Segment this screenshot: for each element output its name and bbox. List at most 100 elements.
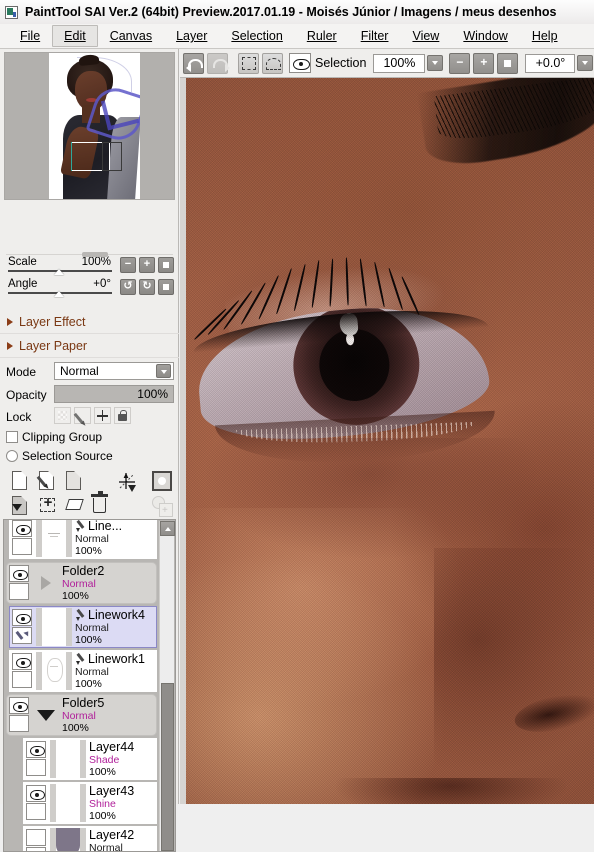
layer-selection-indicator[interactable] xyxy=(26,759,46,776)
folder-toggle[interactable] xyxy=(33,563,59,603)
panel-splitter[interactable] xyxy=(6,252,173,263)
layer-info: Folder5 Normal 100% xyxy=(59,695,156,735)
lock-transparency-button[interactable] xyxy=(54,407,71,424)
angle-slider-knob[interactable] xyxy=(54,291,64,297)
rotation-input[interactable]: +0.0° xyxy=(525,53,576,73)
menu-view[interactable]: View xyxy=(400,25,451,47)
rotate-right-button[interactable]: ↻ xyxy=(139,279,155,295)
zoom-dropdown-icon[interactable] xyxy=(427,55,444,71)
eye-icon[interactable] xyxy=(12,653,32,670)
menu-edit[interactable]: Edit xyxy=(52,25,98,47)
eye-icon[interactable] xyxy=(12,520,32,537)
lock-position-button[interactable] xyxy=(94,407,111,424)
layer-selection-indicator[interactable] xyxy=(12,538,32,555)
navigator-viewport-rect-secondary[interactable] xyxy=(102,142,122,171)
scale-slider-knob[interactable] xyxy=(54,269,64,275)
eye-icon[interactable] xyxy=(12,609,32,626)
chevron-right-icon xyxy=(7,318,13,326)
layer-selection-indicator[interactable] xyxy=(26,847,46,851)
clear-layer-button[interactable] xyxy=(64,495,86,517)
deselect-button[interactable] xyxy=(238,52,259,74)
canvas-artwork[interactable] xyxy=(186,78,594,804)
eye-icon[interactable] xyxy=(26,829,46,846)
layer-row[interactable]: Line... Normal 100% xyxy=(9,520,157,559)
lock-all-button[interactable] xyxy=(114,407,131,424)
angle-reset-button[interactable] xyxy=(158,279,174,295)
new-folder-button[interactable] xyxy=(64,470,86,492)
layer-mask-button[interactable] xyxy=(151,470,173,492)
navigator-preview[interactable] xyxy=(4,52,175,200)
menu-ruler-label: Ruler xyxy=(306,29,337,43)
layer-selection-indicator[interactable] xyxy=(26,803,46,820)
blend-mode-select[interactable]: Normal xyxy=(54,362,174,380)
duplicate-layer-button[interactable]: + xyxy=(151,495,173,517)
undo-button[interactable] xyxy=(183,52,204,74)
menu-canvas[interactable]: Canvas xyxy=(98,25,164,47)
menu-ruler[interactable]: Ruler xyxy=(295,25,349,47)
delete-layer-button[interactable] xyxy=(89,491,111,517)
lock-pixels-button[interactable] xyxy=(73,407,91,424)
opacity-slider[interactable]: 100% xyxy=(54,385,174,403)
layer-row[interactable]: Linework1 Normal 100% xyxy=(9,650,157,692)
rotate-left-button[interactable]: ↺ xyxy=(120,279,136,295)
menu-file[interactable]: File xyxy=(8,25,52,47)
menu-layer[interactable]: Layer xyxy=(164,25,219,47)
clipping-group-checkbox[interactable]: Clipping Group xyxy=(6,430,102,444)
menu-help[interactable]: Help xyxy=(520,25,570,47)
undo-icon xyxy=(186,58,203,72)
lock-label: Lock xyxy=(6,410,32,424)
eye-icon[interactable] xyxy=(9,565,29,582)
eye-icon[interactable] xyxy=(26,785,46,802)
menu-selection-label: Selection xyxy=(231,29,283,43)
down-arrow-icon xyxy=(12,504,22,511)
layer-selection-indicator[interactable] xyxy=(12,671,32,688)
eye-icon[interactable] xyxy=(9,697,29,714)
ruler-tool-button[interactable] xyxy=(116,470,138,492)
layer-effect-section[interactable]: Layer Effect xyxy=(0,311,179,334)
layer-row[interactable]: Layer44 Shade 100% xyxy=(23,738,157,780)
menu-selection[interactable]: Selection xyxy=(219,25,294,47)
checkbox-icon[interactable] xyxy=(6,431,18,443)
mask-icon xyxy=(152,471,172,491)
zoom-out-button[interactable]: − xyxy=(449,52,471,74)
folder-toggle[interactable] xyxy=(33,695,59,735)
opacity-value: 100% xyxy=(137,387,168,401)
layer-row[interactable]: Layer42 Normal 100% xyxy=(23,826,157,851)
layer-list[interactable]: Line... Normal 100% Folder2 Normal 100% … xyxy=(3,519,176,852)
menu-window[interactable]: Window xyxy=(451,25,519,47)
zoom-input[interactable]: 100% xyxy=(373,53,426,73)
canvas-toolbar: Selection 100% − + +0.0° xyxy=(180,49,594,78)
chevron-down-icon-3[interactable] xyxy=(121,480,143,502)
layer-thumbnail xyxy=(50,784,86,822)
new-linework-layer-button[interactable] xyxy=(36,470,59,492)
mode-label: Mode xyxy=(6,365,37,379)
redo-button[interactable] xyxy=(207,52,230,74)
zoom-in-button[interactable]: + xyxy=(473,52,495,74)
new-layer-button[interactable] xyxy=(10,470,32,492)
layer-name-row: Linework1 xyxy=(75,652,156,666)
layer-row[interactable]: Folder2 Normal 100% xyxy=(6,562,157,604)
layer-edit-indicator[interactable] xyxy=(12,627,32,644)
layer-list-scrollbar[interactable] xyxy=(159,521,175,851)
plus-icon-2: + xyxy=(480,54,488,69)
layer-row[interactable]: Folder5 Normal 100% xyxy=(6,694,157,736)
radio-icon[interactable] xyxy=(6,450,18,462)
chevron-down-icon[interactable] xyxy=(156,364,171,378)
scroll-up-button[interactable] xyxy=(160,521,175,536)
layer-thumbnail xyxy=(50,740,86,778)
menu-filter[interactable]: Filter xyxy=(349,25,401,47)
selection-visibility-toggle[interactable] xyxy=(289,53,311,73)
eye-icon[interactable] xyxy=(26,741,46,758)
layer-selection-indicator[interactable] xyxy=(9,583,29,600)
zoom-reset-button[interactable] xyxy=(497,52,519,74)
invert-selection-button[interactable] xyxy=(262,52,283,74)
rotation-dropdown-icon[interactable] xyxy=(577,55,594,71)
scrollbar-thumb[interactable] xyxy=(161,683,174,851)
layer-row[interactable]: Layer43 Shine 100% xyxy=(23,782,157,824)
selection-source-radio[interactable]: Selection Source xyxy=(6,449,113,463)
layer-row[interactable]: Linework4 Normal 100% xyxy=(9,606,157,648)
add-selection-layer-button[interactable] xyxy=(37,494,59,517)
merge-down-button[interactable] xyxy=(10,495,32,517)
layer-paper-section[interactable]: Layer Paper xyxy=(0,335,179,358)
layer-selection-indicator[interactable] xyxy=(9,715,29,732)
